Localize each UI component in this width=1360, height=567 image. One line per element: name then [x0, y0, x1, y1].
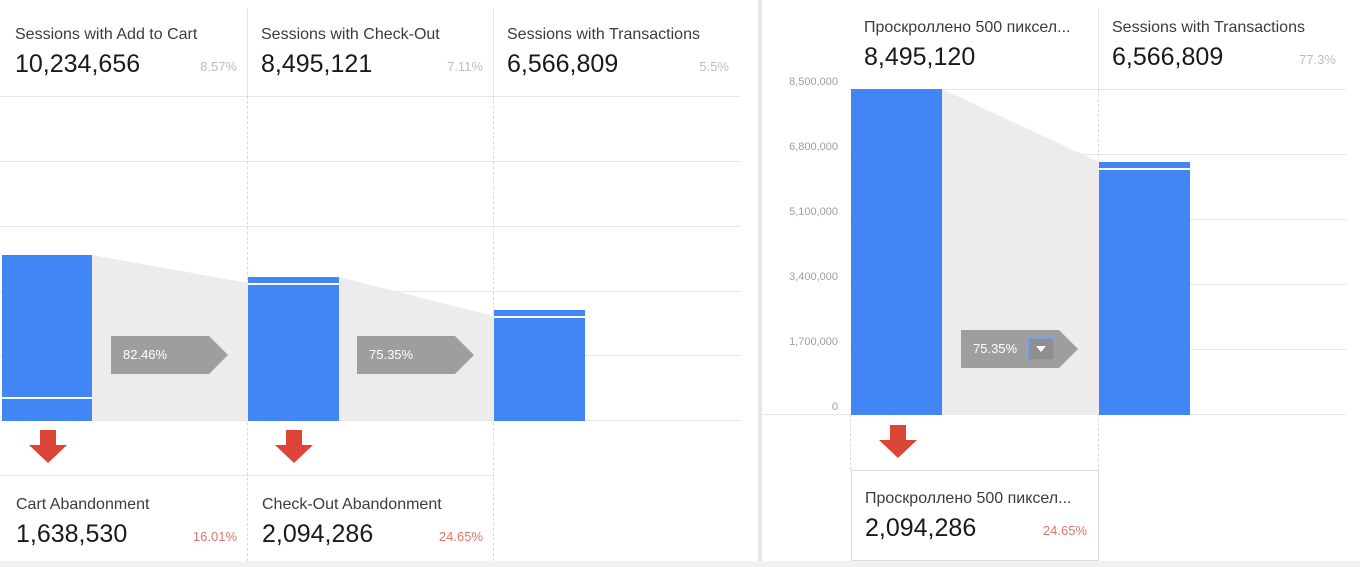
- funnel-bar-transactions[interactable]: [1099, 162, 1190, 415]
- abandon-percent: 24.65%: [1042, 523, 1087, 538]
- abandon-title: Check-Out Abandonment: [262, 496, 442, 513]
- abandon-value: 1,638,530: [16, 520, 128, 548]
- conversion-rate-1: 82.46%: [111, 336, 228, 374]
- caret-down-icon: [1036, 346, 1046, 352]
- abandon-card-scrolled-500[interactable]: Проскроллено 500 пиксел... 2,094,286 24.…: [851, 470, 1099, 561]
- funnel-bar-transactions[interactable]: [494, 310, 585, 421]
- step-title: Проскроллено 500 пиксел...: [864, 19, 1071, 36]
- funnel-bar-check-out[interactable]: [248, 277, 339, 421]
- abandon-percent: 24.65%: [438, 529, 483, 544]
- step-value: 6,566,809: [1112, 43, 1224, 71]
- step-card-add-to-cart[interactable]: Sessions with Add to Cart 10,234,656 8.5…: [15, 26, 237, 86]
- conversion-rate: 75.35%: [961, 330, 1078, 368]
- bar-split-line: [2, 397, 92, 399]
- step-card-check-out[interactable]: Sessions with Check-Out 8,495,121 7.11%: [261, 26, 483, 86]
- step-value: 8,495,120: [864, 43, 976, 71]
- funnel-panel-scroll: 8,500,000 6,800,000 5,100,000 3,400,000 …: [762, 0, 1360, 567]
- abandon-value: 2,094,286: [262, 520, 374, 548]
- frame-bottom-border: [0, 561, 1360, 567]
- conversion-rate-label: 75.35%: [973, 341, 1018, 356]
- down-arrow-icon: [879, 425, 917, 458]
- funnel-bar-scrolled-500[interactable]: [851, 89, 942, 415]
- step-value: 10,234,656: [15, 50, 141, 78]
- step-card-scrolled-500[interactable]: Проскроллено 500 пиксел... 8,495,120: [864, 19, 1086, 79]
- step-value: 6,566,809: [507, 50, 619, 78]
- step-card-transactions[interactable]: Sessions with Transactions 6,566,809 77.…: [1112, 19, 1336, 79]
- conversion-rate-label: 75.35%: [369, 347, 414, 362]
- down-arrow-icon: [275, 430, 313, 463]
- abandon-percent: 16.01%: [192, 529, 237, 544]
- step-value: 8,495,121: [261, 50, 373, 78]
- conversion-rate-label: 82.46%: [123, 347, 168, 362]
- step-percent: 8.57%: [200, 59, 237, 74]
- step-percent: 77.3%: [1299, 52, 1336, 67]
- abandon-card-cart[interactable]: Cart Abandonment 1,638,530 16.01%: [16, 496, 237, 548]
- step-title: Sessions with Check-Out: [261, 26, 440, 43]
- conversion-rate-2: 75.35%: [357, 336, 474, 374]
- bar-split-line: [494, 316, 585, 318]
- step-percent: 5.5%: [699, 59, 729, 74]
- conversion-dropdown-button[interactable]: [1028, 338, 1054, 360]
- funnel-bar-add-to-cart[interactable]: [2, 255, 92, 421]
- bar-split-line: [248, 283, 339, 285]
- abandon-card-check-out[interactable]: Check-Out Abandonment 2,094,286 24.65%: [262, 496, 483, 548]
- step-title: Sessions with Transactions: [507, 26, 700, 43]
- step-title: Sessions with Add to Cart: [15, 26, 198, 43]
- step-percent: 7.11%: [447, 59, 483, 74]
- step-card-transactions[interactable]: Sessions with Transactions 6,566,809 5.5…: [507, 26, 729, 86]
- abandon-title: Cart Abandonment: [16, 496, 150, 513]
- down-arrow-icon: [29, 430, 67, 463]
- step-title: Sessions with Transactions: [1112, 19, 1305, 36]
- abandon-card-content: Проскроллено 500 пиксел... 2,094,286 24.…: [865, 490, 1087, 542]
- funnel-panel-ecommerce: 82.46% 75.35% Sessions with Add to Cart …: [0, 0, 758, 567]
- bar-split-line: [1099, 168, 1190, 170]
- abandon-title: Проскроллено 500 пиксел...: [865, 490, 1072, 507]
- abandon-value: 2,094,286: [865, 514, 977, 542]
